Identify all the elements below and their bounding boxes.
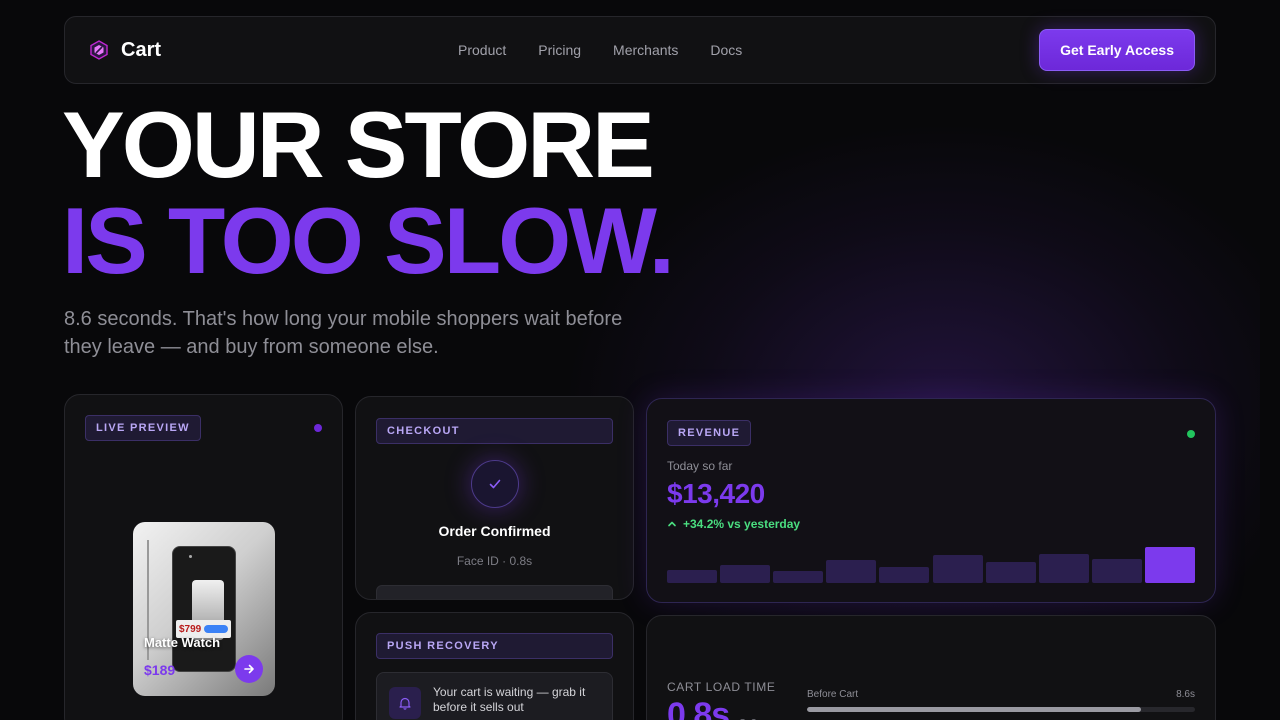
compare-value: 8.6s bbox=[1176, 689, 1195, 700]
notification-bell bbox=[389, 687, 421, 719]
checkout-tag: CHECKOUT bbox=[376, 418, 613, 444]
compare-progress-track bbox=[807, 707, 1195, 712]
revenue-bar bbox=[1038, 554, 1089, 583]
revenue-change: +34.2% vs yesterday bbox=[667, 517, 800, 531]
load-time-value: 0.8s bbox=[667, 696, 730, 720]
nav-link-product[interactable]: Product bbox=[458, 42, 506, 58]
nav-link-pricing[interactable]: Pricing bbox=[538, 42, 581, 58]
revenue-bar bbox=[879, 567, 930, 583]
revenue-label: Today so far bbox=[667, 459, 733, 473]
hero-headline-line2: IS TOO SLOW. bbox=[62, 188, 675, 293]
revenue-bar bbox=[1091, 559, 1142, 583]
order-confirmed-subtitle: Face ID · 0.8s bbox=[456, 554, 533, 568]
push-notification-text: Your cart is waiting — grab it before it… bbox=[433, 685, 586, 714]
checkout-summary-strip bbox=[376, 585, 613, 599]
product-price: $189 bbox=[144, 662, 176, 678]
load-time-card: CART LOAD TIME 0.8s 8.6s Before Cart 8.6… bbox=[646, 615, 1216, 720]
revenue-bar bbox=[773, 571, 824, 583]
revenue-tag: REVENUE bbox=[667, 420, 752, 446]
hero-subtitle: 8.6 seconds. That's how long your mobile… bbox=[64, 308, 623, 358]
checkout-card: CHECKOUT Order Confirmed Face ID · 0.8s bbox=[355, 396, 634, 600]
load-time-compare: 8.6s bbox=[739, 716, 764, 720]
order-confirmed-check bbox=[471, 460, 519, 508]
checkmark-icon bbox=[489, 479, 501, 489]
revenue-change-text: +34.2% vs yesterday bbox=[683, 517, 801, 531]
revenue-bar bbox=[932, 555, 983, 583]
chevron-up-icon bbox=[668, 521, 676, 527]
product-go-button[interactable] bbox=[235, 655, 263, 683]
hero-headline-line1: YOUR STORE bbox=[62, 92, 655, 197]
brand[interactable]: Cart bbox=[89, 39, 161, 62]
push-notification[interactable]: Your cart is waiting — grab it before it… bbox=[376, 672, 613, 720]
product-preview[interactable]: $799 Matte Watch $189 bbox=[133, 522, 275, 696]
get-early-access-button[interactable]: Get Early Access bbox=[1039, 29, 1195, 71]
old-price: $799 bbox=[179, 623, 202, 635]
compare-name: Before Cart bbox=[807, 689, 859, 700]
live-preview-tag: LIVE PREVIEW bbox=[85, 415, 201, 441]
live-preview-card: LIVE PREVIEW $799 Matte Watch $189 bbox=[64, 394, 343, 720]
revenue-bar bbox=[667, 570, 718, 583]
push-recovery-tag: PUSH RECOVERY bbox=[376, 633, 613, 659]
push-recovery-card: PUSH RECOVERY Your cart is waiting — gra… bbox=[355, 612, 634, 720]
bell-icon bbox=[399, 697, 411, 710]
revenue-bar bbox=[826, 560, 877, 583]
revenue-status-dot bbox=[1187, 430, 1195, 438]
revenue-bar bbox=[1144, 547, 1195, 583]
brand-name: Cart bbox=[121, 38, 162, 61]
phone-camera bbox=[189, 555, 192, 558]
order-confirmed-title: Order Confirmed bbox=[438, 523, 551, 539]
cart-logo-icon bbox=[89, 40, 109, 60]
nav-links: Product Pricing Merchants Docs bbox=[458, 17, 742, 83]
product-phone-image bbox=[172, 546, 236, 672]
nav-link-docs[interactable]: Docs bbox=[710, 42, 742, 58]
revenue-bar bbox=[720, 565, 771, 583]
compare-progress-fill bbox=[807, 707, 1141, 712]
product-name: Matte Watch bbox=[144, 635, 221, 650]
revenue-card: REVENUE Today so far $13,420 +34.2% vs y… bbox=[646, 398, 1216, 603]
nav-link-merchants[interactable]: Merchants bbox=[613, 42, 678, 58]
revenue-value: $13,420 bbox=[667, 478, 765, 509]
arrow-right-icon bbox=[244, 664, 254, 674]
buy-chip bbox=[204, 625, 229, 633]
live-status-dot bbox=[314, 424, 322, 432]
revenue-bar bbox=[985, 562, 1036, 583]
load-time-label: CART LOAD TIME bbox=[667, 680, 776, 694]
revenue-bar-chart bbox=[667, 543, 1195, 583]
top-navbar: Cart Product Pricing Merchants Docs Get … bbox=[64, 16, 1216, 84]
